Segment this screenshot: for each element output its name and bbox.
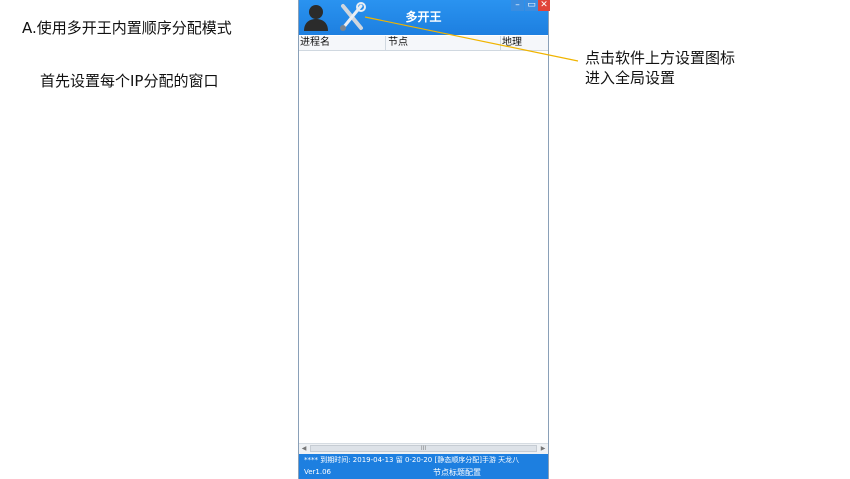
callout-pointer-line [364, 16, 579, 62]
